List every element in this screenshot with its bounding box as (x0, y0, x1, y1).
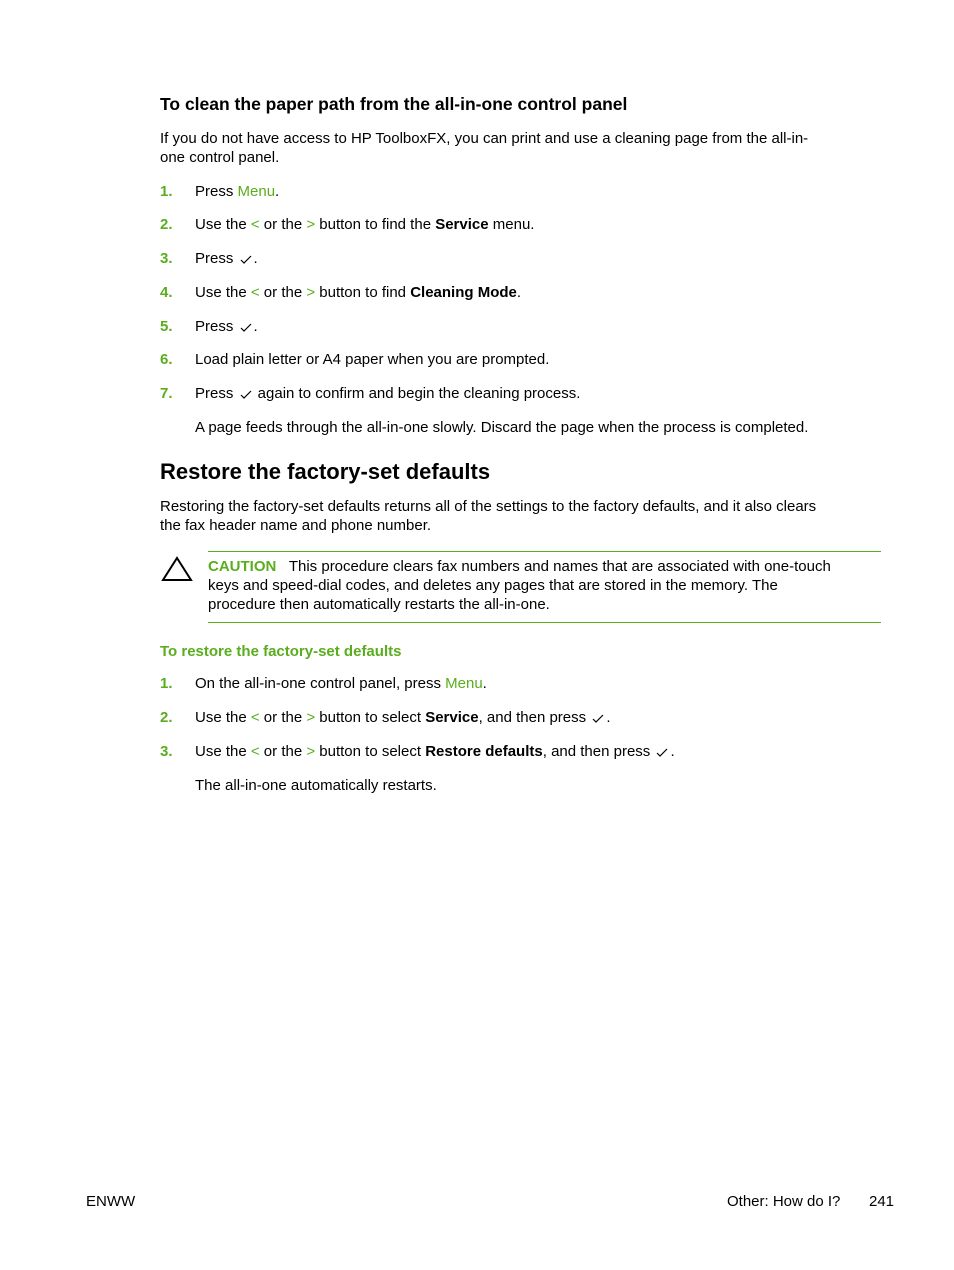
step-number: 3. (160, 743, 173, 760)
left-arrow-button-ref: < (250, 216, 260, 233)
left-arrow-button-ref: < (250, 709, 260, 726)
caution-line-2: keys and speed-dial codes, and deletes a… (208, 577, 778, 594)
service-menu-ref: Service (435, 216, 489, 233)
text: . (516, 284, 522, 301)
caution-text: CAUTION This procedure clears fax number… (208, 557, 831, 614)
right-arrow-button-ref: > (306, 284, 316, 301)
footer-left-label: ENWW (86, 1193, 136, 1210)
intro-line-1: If you do not have access to HP ToolboxF… (160, 130, 809, 147)
checkmark-icon (240, 390, 251, 399)
service-menu-ref: Service (425, 709, 479, 726)
step-number: 6. (160, 351, 173, 368)
step-text: Use the < or the > button to select Rest… (195, 743, 675, 760)
left-arrow-button-ref: < (250, 743, 260, 760)
text: or the (259, 709, 307, 726)
cleaning-mode-ref: Cleaning Mode (410, 284, 517, 301)
step-text: Press Menu. (195, 183, 279, 200)
text: Press (195, 250, 234, 267)
intro-paragraph: If you do not have access to HP ToolboxF… (160, 129, 808, 167)
step-text: Press . (195, 318, 258, 335)
text: Press (195, 318, 234, 335)
caution-line-3: procedure then automatically restarts th… (208, 596, 550, 613)
text: On the all-in-one control panel, press (195, 675, 446, 692)
text: Press (195, 385, 234, 402)
caution-bottom-rule (208, 622, 881, 623)
text: . (253, 250, 258, 267)
text: . (606, 709, 611, 726)
right-arrow-button-ref: > (306, 709, 316, 726)
text: button to select (315, 709, 426, 726)
text: Use the (195, 284, 251, 301)
step-text: Load plain letter or A4 paper when you a… (195, 351, 550, 368)
text: menu. (488, 216, 535, 233)
intro-line-2: the fax header name and phone number. (160, 517, 432, 534)
checkmark-icon (240, 323, 251, 332)
intro-line-1: Restoring the factory-set defaults retur… (160, 498, 817, 515)
page-number: 241 (869, 1193, 895, 1210)
right-arrow-button-ref: > (306, 743, 316, 760)
step-number: 1. (160, 675, 173, 692)
text: again to confirm and begin the cleaning … (253, 385, 581, 402)
step-text: Press again to confirm and begin the cle… (195, 385, 580, 402)
step-note: The all-in-one automatically restarts. (195, 777, 437, 794)
footer-section-title: Other: How do I? (727, 1193, 841, 1210)
text: . (253, 318, 258, 335)
subheading-restore-procedure: To restore the factory-set defaults (160, 643, 402, 660)
section-heading-restore-defaults: Restore the factory-set defaults (160, 459, 491, 484)
text: . (482, 675, 487, 692)
caution-label: CAUTION (208, 558, 277, 575)
text: Use the (195, 709, 251, 726)
caution-top-rule (208, 551, 881, 552)
menu-button-ref: Menu (445, 675, 483, 692)
step-number: 4. (160, 284, 173, 301)
step-text: Use the < or the > button to find Cleani… (195, 284, 521, 301)
step-number: 1. (160, 183, 173, 200)
step-number: 7. (160, 385, 173, 402)
step-text: Press . (195, 250, 258, 267)
caution-triangle-icon (161, 556, 193, 581)
text: button to select (315, 743, 426, 760)
step-text: Use the < or the > button to find the Se… (195, 216, 534, 233)
text: or the (259, 284, 307, 301)
text: button to find the (315, 216, 436, 233)
restore-intro-paragraph: Restoring the factory-set defaults retur… (160, 497, 816, 535)
checkmark-icon (657, 748, 668, 757)
text: , and then press (542, 743, 651, 760)
text: Use the (195, 743, 251, 760)
caution-line-1: This procedure clears fax numbers and na… (288, 558, 831, 575)
text: . (275, 183, 280, 200)
step-note: A page feeds through the all-in-one slow… (195, 419, 809, 436)
step-number: 2. (160, 709, 173, 726)
checkmark-icon (592, 714, 604, 723)
section-heading-clean-paper-path: To clean the paper path from the all-in-… (160, 94, 628, 114)
step-text: Use the < or the > button to select Serv… (195, 709, 611, 726)
text: or the (259, 743, 307, 760)
right-arrow-button-ref: > (306, 216, 316, 233)
step-number: 2. (160, 216, 173, 233)
text: . (670, 743, 675, 760)
checkmark-icon (240, 255, 251, 264)
text: button to find (315, 284, 411, 301)
text: Use the (195, 216, 251, 233)
text: , and then press (478, 709, 587, 726)
text: or the (259, 216, 307, 233)
step-number: 3. (160, 250, 173, 267)
intro-line-2: one control panel. (160, 149, 280, 166)
restore-defaults-ref: Restore defaults (425, 743, 543, 760)
text: Press (195, 183, 238, 200)
left-arrow-button-ref: < (250, 284, 260, 301)
step-text: On the all-in-one control panel, press M… (195, 675, 487, 692)
step-number: 5. (160, 318, 173, 335)
menu-button-ref: Menu (237, 183, 276, 200)
